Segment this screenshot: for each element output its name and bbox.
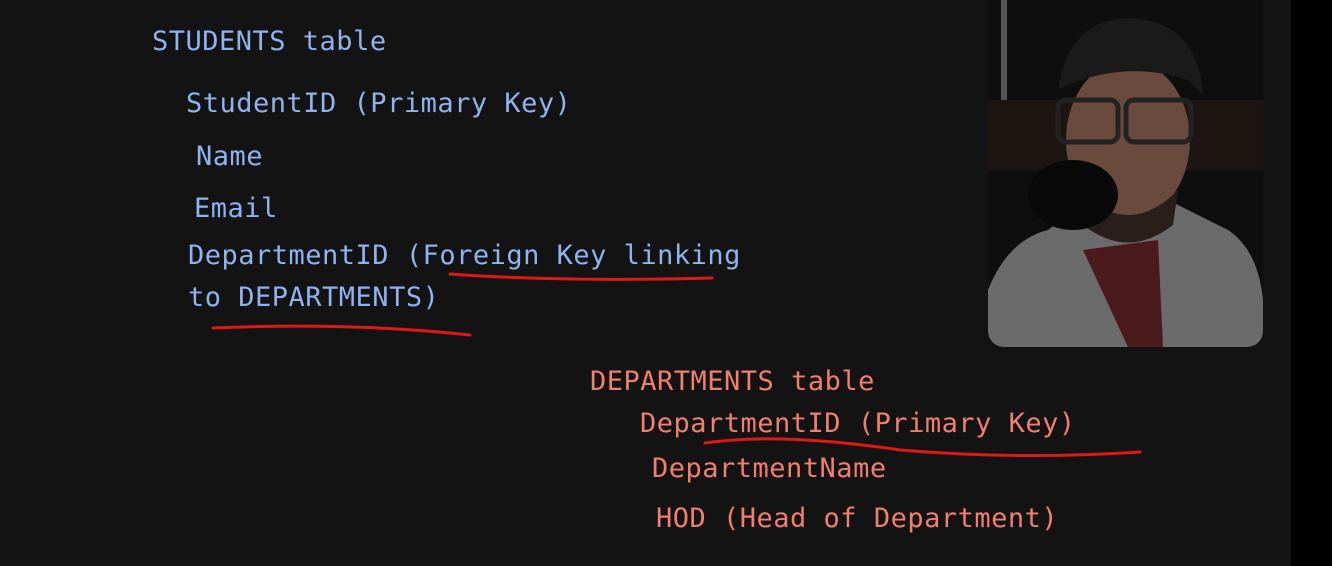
underline-foreign-key — [448, 272, 714, 281]
underline-department-pk — [703, 437, 1142, 458]
presenter-video-icon — [988, 0, 1263, 347]
webcam-video-overlay — [988, 0, 1263, 347]
underline-to-departments — [211, 324, 472, 337]
